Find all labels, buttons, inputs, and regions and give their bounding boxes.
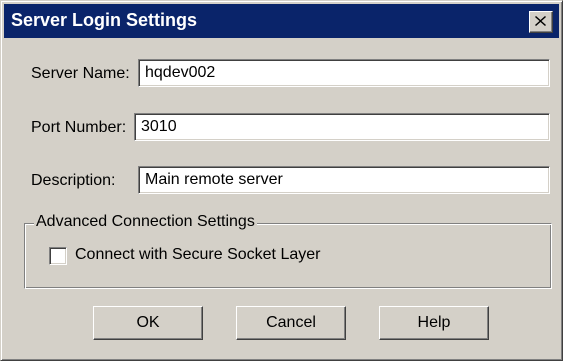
description-value: Main remote server	[145, 171, 283, 188]
close-icon	[535, 16, 546, 26]
port-number-value: 3010	[141, 118, 177, 135]
help-button[interactable]: Help	[379, 306, 489, 340]
server-name-input[interactable]: hqdev002	[138, 59, 550, 87]
cancel-button[interactable]: Cancel	[236, 306, 346, 340]
description-label: Description:	[31, 172, 116, 189]
group-title: Advanced Connection Settings	[34, 213, 257, 231]
port-number-input[interactable]: 3010	[134, 113, 550, 141]
ok-button[interactable]: OK	[93, 306, 203, 340]
close-button[interactable]	[529, 11, 553, 33]
title-bar[interactable]: Server Login Settings	[4, 4, 559, 38]
port-number-label: Port Number:	[31, 119, 127, 136]
server-login-settings-dialog: Server Login Settings Server Name: hqdev…	[0, 0, 563, 361]
description-input[interactable]: Main remote server	[138, 166, 550, 194]
secure-socket-checkbox[interactable]	[49, 247, 67, 265]
secure-socket-label[interactable]: Connect with Secure Socket Layer	[75, 246, 320, 264]
server-name-value: hqdev002	[145, 64, 216, 81]
window-title: Server Login Settings	[11, 10, 198, 30]
server-name-label: Server Name:	[31, 65, 130, 82]
